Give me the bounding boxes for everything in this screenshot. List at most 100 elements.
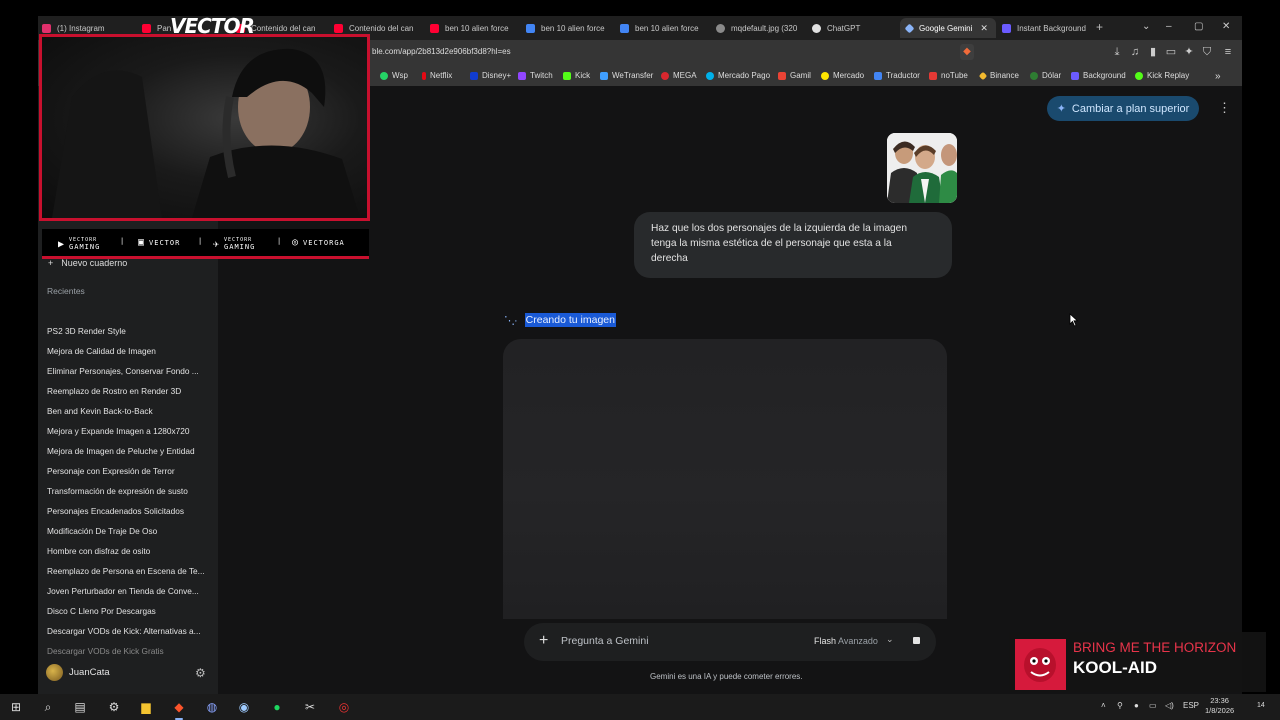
add-attachment-icon[interactable]: + — [539, 632, 548, 650]
tab-label: ben 10 alien force — [445, 23, 509, 33]
leo-ai-icon[interactable]: ✦ — [1183, 46, 1195, 58]
brave-browser-icon[interactable]: ◆ — [171, 699, 187, 720]
tab-mqdefault[interactable]: mqdefault.jpg (320 — [716, 18, 798, 38]
bookmark-kick-replay[interactable]: Kick Replay — [1135, 71, 1189, 80]
download-icon[interactable]: ⤓ — [1111, 46, 1123, 58]
wifi-icon[interactable]: ▭ — [1149, 701, 1157, 710]
model-selector[interactable]: Flash Avanzado — [814, 636, 878, 646]
bookmark-wsp[interactable]: Wsp — [380, 71, 408, 80]
recent-chat-item[interactable]: Mejora de Imagen de Peluche y Entidad — [47, 446, 195, 456]
minimize-icon[interactable]: – — [1166, 21, 1172, 32]
bookmark-notube[interactable]: noTube — [929, 71, 968, 80]
instant-background-icon — [1002, 23, 1011, 33]
tray-overflow-icon[interactable]: ˄ — [1101, 701, 1106, 710]
tab-list-chevron-icon[interactable]: ⌄ — [1142, 21, 1150, 32]
task-view-icon[interactable]: ▤ — [72, 699, 88, 715]
recent-chat-item[interactable]: Modificación De Traje De Oso — [47, 526, 157, 536]
uploaded-image-thumbnail[interactable] — [887, 133, 957, 203]
model-sub: Avanzado — [838, 636, 878, 646]
bookmark-kick[interactable]: Kick — [563, 71, 590, 80]
chevron-down-icon[interactable]: ⌄ — [886, 634, 894, 645]
discord-icon[interactable]: ◍ — [204, 699, 220, 715]
bookmark-mercado[interactable]: Mercado — [821, 71, 864, 80]
menu-icon[interactable]: ≡ — [1222, 46, 1234, 58]
obs-icon[interactable]: ◎ — [336, 699, 352, 715]
microphone-icon[interactable]: ● — [1134, 701, 1139, 710]
user-message-bubble: Haz que los dos personajes de la izquier… — [634, 212, 952, 278]
user-name: JuanCata — [69, 667, 110, 678]
new-notebook-button[interactable]: + Nuevo cuaderno — [48, 258, 127, 268]
tab-ben10-youtube[interactable]: ben 10 alien force — [430, 18, 510, 38]
bookmark-traductor[interactable]: Traductor — [874, 71, 920, 80]
separator: | — [198, 237, 204, 245]
media-icon[interactable]: ♫ — [1129, 46, 1141, 58]
wallet-icon[interactable]: ▭ — [1165, 46, 1177, 58]
more-options-icon[interactable]: ⋮ — [1218, 100, 1231, 116]
close-tab-icon[interactable]: ✕ — [980, 23, 988, 34]
bookmark-netflix[interactable]: Netflix — [422, 71, 452, 80]
recent-chat-item[interactable]: Reemplazo de Persona en Escena de Te... — [47, 566, 205, 576]
vpn-icon[interactable]: ⛉ — [1201, 46, 1213, 58]
address-bar[interactable]: ble.com/app/2b813d2e906bf3d8?hl=es — [372, 47, 511, 56]
recent-chat-item[interactable]: Disco C Lleno Por Descargas — [47, 606, 156, 616]
search-icon[interactable]: ⌕ — [40, 699, 56, 715]
recent-chat-item[interactable]: Eliminar Personajes, Conservar Fondo ... — [47, 366, 199, 376]
steam-icon[interactable]: ◉ — [236, 699, 252, 715]
bookmark-mega[interactable]: MEGA — [661, 71, 697, 80]
close-window-icon[interactable]: ✕ — [1222, 21, 1230, 32]
more-bookmarks-icon[interactable]: » — [1215, 71, 1221, 82]
background-icon — [1071, 71, 1079, 80]
language-indicator[interactable]: ESP — [1183, 701, 1199, 710]
network-tray-icon[interactable]: ⚲ — [1117, 701, 1123, 710]
system-clock[interactable]: 23:36 1/8/2026 — [1205, 696, 1234, 716]
tab-ben10-google-2[interactable]: ben 10 alien force — [620, 18, 702, 38]
tab-label: mqdefault.jpg (320 — [731, 23, 798, 33]
spotify-icon[interactable]: ● — [269, 699, 285, 715]
tab-google-gemini[interactable]: Google Gemini ✕ — [900, 18, 996, 38]
bookmark-mercado-pago[interactable]: Mercado Pago — [706, 71, 770, 80]
sidebar-toggle-icon[interactable]: ▮ — [1147, 46, 1159, 58]
tab-ben10-google[interactable]: ben 10 alien force — [526, 18, 608, 38]
recent-chat-item[interactable]: Descargar VODs de Kick: Alternativas a..… — [47, 626, 201, 636]
bookmark-gamil[interactable]: Gamil — [778, 71, 811, 80]
bookmark-dolar[interactable]: Dólar — [1030, 71, 1061, 80]
recent-chat-item[interactable]: Mejora de Calidad de Imagen — [47, 346, 156, 356]
recent-chat-item[interactable]: Personaje con Expresión de Terror — [47, 466, 175, 476]
volume-icon[interactable]: ◁) — [1165, 701, 1174, 710]
recent-chat-item[interactable]: Descargar VODs de Kick Gratis — [47, 646, 164, 656]
prompt-input[interactable]: Pregunta a Gemini — [561, 635, 649, 647]
recent-chat-item[interactable]: PS2 3D Render Style — [47, 326, 126, 336]
recent-chat-item[interactable]: Mejora y Expande Imagen a 1280x720 — [47, 426, 190, 436]
user-profile[interactable]: JuanCata — [46, 664, 110, 681]
disclaimer-text: Gemini es una IA y puede cometer errores… — [650, 672, 803, 681]
start-windows-icon[interactable]: ⊞ — [8, 699, 24, 715]
upgrade-plan-button[interactable]: ✦ Cambiar a plan superior — [1047, 96, 1199, 121]
tab-chatgpt[interactable]: ChatGPT — [812, 18, 892, 38]
youtube-icon — [430, 23, 439, 33]
recent-chat-item[interactable]: Joven Perturbador en Tienda de Conve... — [47, 586, 199, 596]
maximize-icon[interactable]: ▢ — [1194, 21, 1203, 32]
wetransfer-icon — [600, 71, 608, 80]
file-explorer-icon[interactable]: ▆ — [138, 699, 154, 715]
recent-chat-item[interactable]: Personajes Encadenados Solicitados — [47, 506, 184, 516]
new-tab-button[interactable]: + — [1096, 20, 1103, 34]
notification-count[interactable]: 14 — [1257, 702, 1265, 709]
recent-chat-item[interactable]: Reemplazo de Rostro en Render 3D — [47, 386, 181, 396]
settings-gear-icon[interactable]: ⚙ — [195, 666, 206, 680]
bookmark-binance[interactable]: Binance — [978, 71, 1019, 80]
image-loading-placeholder — [503, 339, 947, 619]
tab-instant-background[interactable]: Instant Background — [1002, 18, 1086, 38]
brave-shield-icon[interactable]: ◆ — [960, 44, 974, 60]
settings-app-icon[interactable]: ⚙ — [106, 699, 122, 715]
stop-generation-icon[interactable] — [913, 637, 920, 644]
social-twitter: ✈ VECTORR GAMING — [213, 237, 255, 251]
recent-chat-item[interactable]: Hombre con disfraz de osito — [47, 546, 150, 556]
bookmark-background[interactable]: Background — [1071, 71, 1126, 80]
capcut-icon[interactable]: ✂ — [302, 699, 318, 715]
bookmark-twitch[interactable]: Twitch — [518, 71, 553, 80]
prompt-input-bar[interactable]: + Pregunta a Gemini Flash Avanzado ⌄ — [524, 623, 936, 661]
bookmark-disney[interactable]: Disney+ — [470, 71, 511, 80]
recent-chat-item[interactable]: Ben and Kevin Back-to-Back — [47, 406, 153, 416]
recent-chat-item[interactable]: Transformación de expresión de susto — [47, 486, 188, 496]
bookmark-wetransfer[interactable]: WeTransfer — [600, 71, 653, 80]
